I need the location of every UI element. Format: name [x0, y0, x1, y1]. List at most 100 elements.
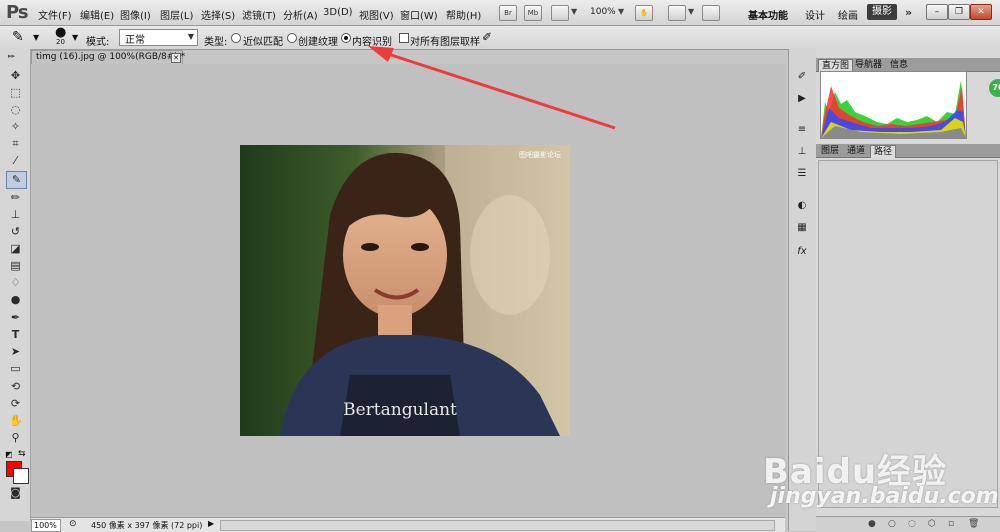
mini-bridge-button[interactable]: Mb — [524, 5, 542, 21]
paths-panel-footer: ● ○ ◌ ⬡ ▫ 🗑 — [816, 516, 1000, 532]
menu-image[interactable]: 图像(I) — [120, 7, 151, 22]
menu-select[interactable]: 选择(S) — [201, 7, 235, 22]
eyedropper-tool-icon[interactable]: ⁄ — [9, 154, 22, 167]
canvas-area[interactable]: Bertangulant 图吧摄影论坛 — [31, 64, 785, 517]
load-as-selection-icon[interactable]: ◌ — [908, 519, 916, 529]
screen-mode-button[interactable] — [702, 5, 720, 21]
zoom-field[interactable]: 100% — [31, 519, 61, 532]
lasso-tool-icon[interactable]: ◌ — [9, 103, 22, 116]
pressure-brush-icon[interactable]: ✐ — [482, 30, 492, 44]
mode-select[interactable]: 正常 ▼ — [119, 29, 198, 46]
animation-panel-icon[interactable]: ▶ — [795, 93, 809, 105]
shape-tool-icon[interactable]: ▭ — [9, 362, 22, 375]
menu-analysis[interactable]: 分析(A) — [283, 7, 318, 22]
3d-orbit-tool-icon[interactable]: ⟳ — [9, 397, 22, 410]
shirt-text: Bertangulant — [343, 400, 457, 420]
tab-info[interactable]: 信息 — [887, 59, 911, 71]
brush-panel-icon[interactable]: ✐ — [795, 71, 809, 83]
chevron-down-icon: ▼ — [187, 32, 194, 41]
menu-edit[interactable]: 编辑(E) — [80, 7, 114, 22]
workspace-painting[interactable]: 绘画 — [838, 7, 858, 22]
chevron-down-icon[interactable]: ▼ — [72, 33, 78, 42]
status-bar: 100% ⊙ 450 像素 x 397 像素 (72 ppi) ▶ — [31, 517, 785, 532]
workspace-photography[interactable]: 摄影 — [867, 4, 897, 20]
sample-all-layers-checkbox[interactable] — [399, 33, 409, 43]
menu-help[interactable]: 帮助(H) — [446, 7, 481, 22]
hand-tool-button[interactable]: ✋ — [635, 5, 653, 21]
pen-tool-icon[interactable]: ✒ — [9, 311, 22, 324]
swap-colors-icon[interactable]: ⇆ — [18, 449, 26, 459]
actions-panel-icon[interactable]: ☰ — [795, 168, 809, 180]
blur-tool-icon[interactable]: ♢ — [9, 276, 22, 289]
delete-path-icon[interactable]: 🗑 — [968, 519, 979, 529]
3d-rotate-tool-icon[interactable]: ⟲ — [9, 380, 22, 393]
styles-panel-icon[interactable]: fx — [795, 246, 809, 258]
status-menu-arrow-icon[interactable]: ▶ — [208, 519, 214, 528]
document-tab[interactable]: timg (16).jpg @ 100%(RGB/8#) * ✕ — [31, 50, 185, 65]
move-tool-icon[interactable]: ✥ — [9, 69, 22, 82]
crop-tool-icon[interactable]: ⌗ — [9, 137, 22, 150]
document-status-icon[interactable]: ⊙ — [69, 519, 77, 529]
menu-3d[interactable]: 3D(D) — [323, 7, 353, 18]
collapse-toolbox-icon[interactable]: ▸▸ — [8, 52, 15, 60]
tab-navigator[interactable]: 导航器 — [852, 59, 885, 71]
histogram-graph — [821, 80, 966, 138]
quick-mask-icon[interactable]: ◙ — [9, 486, 22, 499]
menu-view[interactable]: 视图(V) — [359, 7, 394, 22]
document-photo[interactable]: Bertangulant 图吧摄影论坛 — [240, 145, 570, 436]
minimize-button[interactable]: – — [926, 4, 948, 20]
chevron-down-icon[interactable]: ▼ — [33, 33, 39, 42]
new-path-icon[interactable]: ▫ — [948, 519, 954, 529]
performance-badge: 70 — [989, 79, 1000, 97]
tab-channels[interactable]: 通道 — [844, 145, 868, 157]
history-brush-tool-icon[interactable]: ↺ — [9, 225, 22, 238]
gradient-tool-icon[interactable]: ▤ — [9, 259, 22, 272]
tool-presets-icon[interactable]: ≡ — [795, 124, 809, 136]
restore-button[interactable]: ❐ — [948, 4, 970, 20]
menu-filter[interactable]: 滤镜(T) — [242, 7, 276, 22]
type-tool-icon[interactable]: T — [9, 328, 22, 341]
spot-healing-brush-tool-icon[interactable]: ✎ — [6, 171, 27, 189]
radio-create-texture[interactable] — [287, 33, 297, 43]
menu-bar: Ps 文件(F) 编辑(E) 图像(I) 图层(L) 选择(S) 滤镜(T) 分… — [0, 0, 1000, 26]
background-color-swatch[interactable] — [13, 468, 29, 484]
make-work-path-icon[interactable]: ⬡ — [928, 519, 936, 529]
toolbox: ▸▸ ✥ ⬚ ◌ ✧ ⌗ ⁄ ✎ ✏ ⊥ ↺ ◪ ▤ ♢ ● ✒ T ➤ ▭ ⟲… — [0, 49, 31, 521]
radio-proximity-match[interactable] — [231, 33, 241, 43]
menu-window[interactable]: 窗口(W) — [400, 7, 438, 22]
menu-layer[interactable]: 图层(L) — [160, 7, 193, 22]
horizontal-scrollbar[interactable] — [220, 520, 775, 531]
arrange-documents-button[interactable] — [668, 5, 686, 21]
eraser-tool-icon[interactable]: ◪ — [9, 242, 22, 255]
fill-path-icon[interactable]: ● — [868, 519, 876, 529]
default-colors-icon[interactable]: ◩ — [5, 450, 13, 459]
marquee-tool-icon[interactable]: ⬚ — [9, 86, 22, 99]
adjustments-panel-icon[interactable]: ◐ — [795, 200, 809, 212]
clone-stamp-tool-icon[interactable]: ⊥ — [9, 208, 22, 221]
brush-tool-icon[interactable]: ✏ — [9, 191, 22, 204]
tab-layers[interactable]: 图层 — [818, 145, 842, 157]
spot-healing-brush-icon[interactable]: ✎ — [12, 29, 24, 45]
zoom-level-select[interactable]: 100% — [590, 7, 616, 17]
workspace-more-button[interactable]: » — [905, 6, 912, 19]
clone-source-icon[interactable]: ⊥ — [795, 146, 809, 158]
workspace-design[interactable]: 设计 — [805, 7, 825, 22]
close-window-button[interactable]: ✕ — [970, 4, 992, 20]
left-eye — [361, 243, 379, 251]
radio-content-aware[interactable] — [341, 33, 351, 43]
tab-paths[interactable]: 路径 — [870, 145, 897, 158]
path-selection-tool-icon[interactable]: ➤ — [9, 345, 22, 358]
close-icon[interactable]: ✕ — [171, 53, 181, 63]
hand-tool-icon[interactable]: ✋ — [9, 414, 23, 427]
zoom-tool-icon[interactable]: ⚲ — [9, 431, 22, 444]
radio-label-proximity-match: 近似匹配 — [243, 37, 283, 48]
menu-file[interactable]: 文件(F) — [38, 7, 72, 22]
stroke-path-icon[interactable]: ○ — [888, 519, 896, 529]
right-eye — [411, 243, 429, 251]
workspace-essentials[interactable]: 基本功能 — [748, 7, 788, 22]
bridge-button[interactable]: Br — [499, 5, 517, 21]
dodge-tool-icon[interactable]: ● — [9, 293, 22, 306]
view-extras-button[interactable] — [551, 5, 569, 21]
masks-panel-icon[interactable]: ▦ — [795, 222, 809, 234]
quick-selection-tool-icon[interactable]: ✧ — [9, 120, 22, 133]
